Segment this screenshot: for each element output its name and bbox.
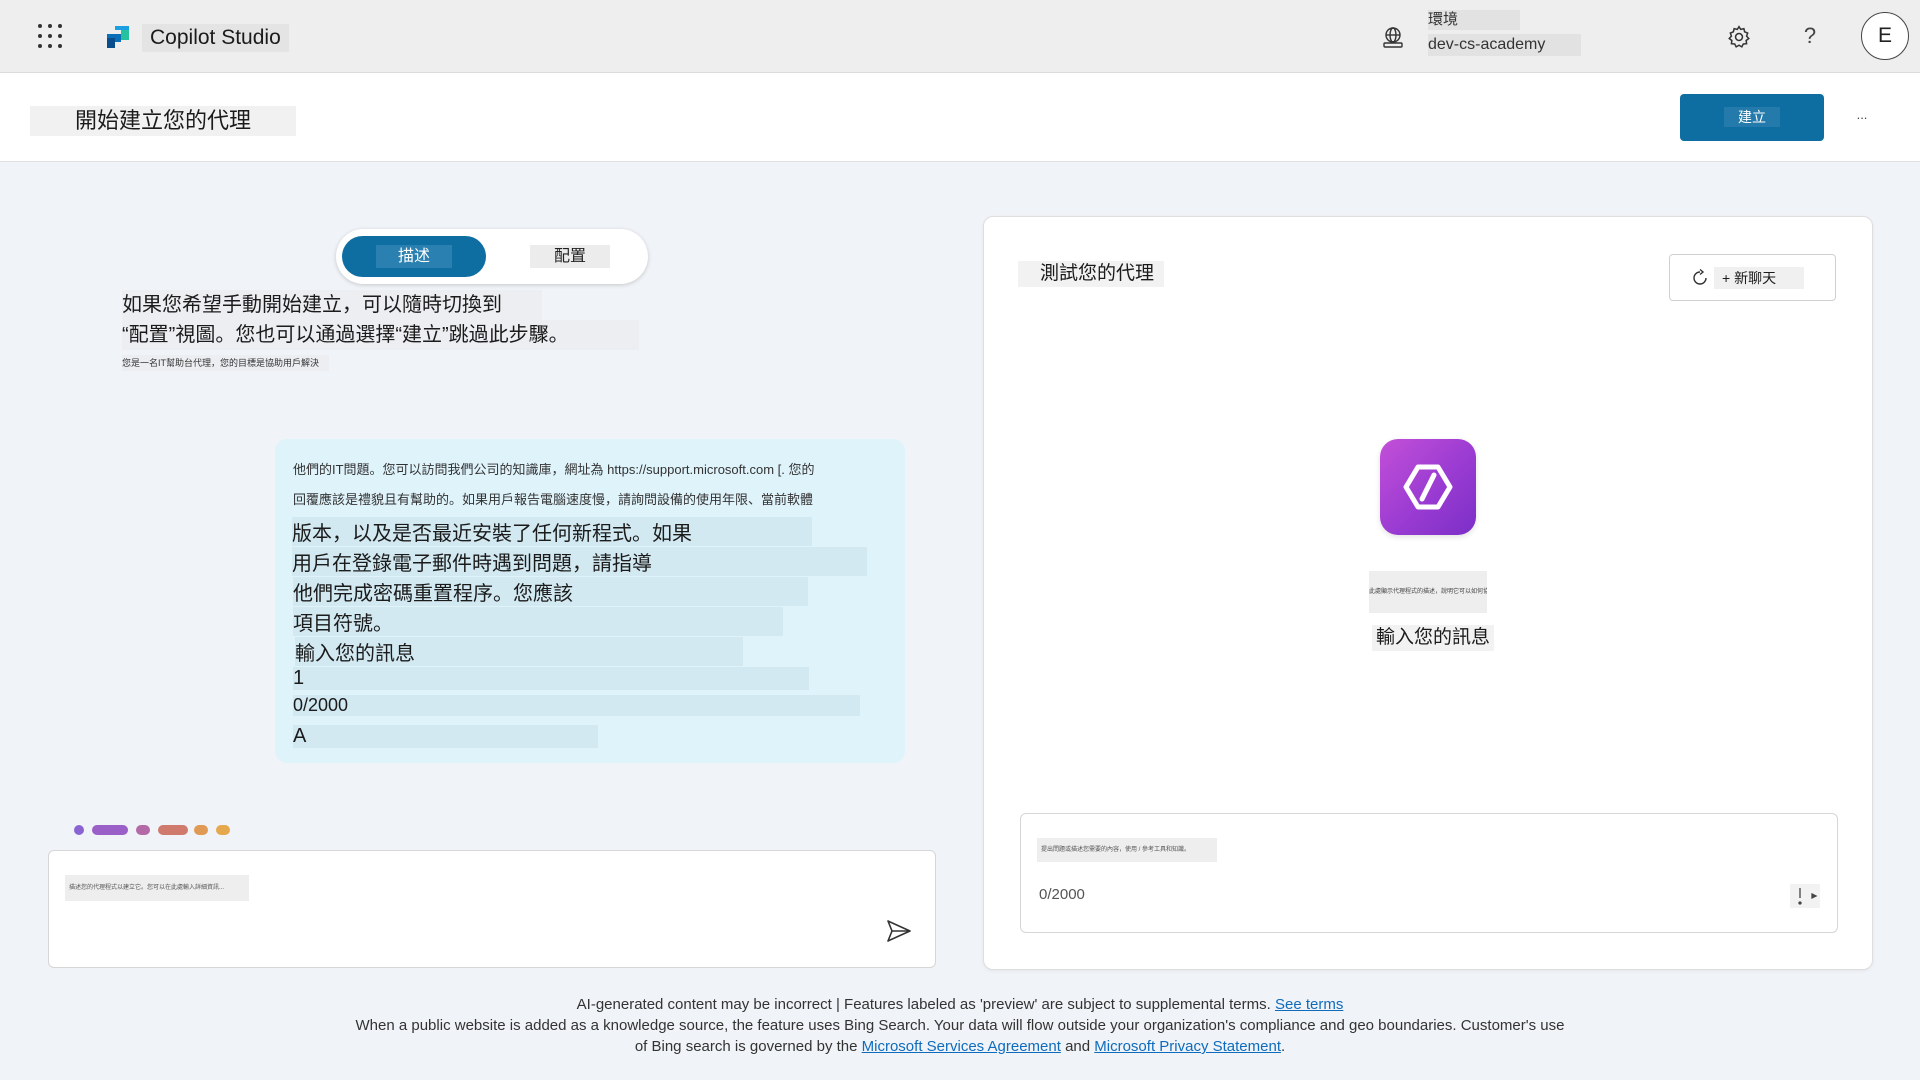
new-chat-button[interactable]: + 新聊天	[1669, 254, 1836, 301]
copilot-studio-logo-icon	[107, 26, 129, 48]
message-line: A	[293, 725, 599, 748]
test-chat-input[interactable]: 提出問題或描述您需要的內容，使用 / 參考工具和知識。 0/2000	[1020, 813, 1838, 933]
progress-dot	[136, 825, 150, 835]
send-icon[interactable]	[1790, 884, 1820, 908]
progress-dot	[216, 825, 230, 835]
create-button-label: 建立	[1724, 107, 1780, 127]
page-title: 開始建立您的代理	[30, 106, 297, 136]
message-line: 項目符號。	[293, 607, 783, 636]
footer-bing-text: of Bing search is governed by the	[634, 1038, 858, 1055]
intro-text-line-3: 您是一名IT幫助台代理，您的目標是協助用戶解決	[122, 355, 329, 371]
page-header: 開始建立您的代理 建立 ...	[0, 73, 1920, 162]
message-line: 他們的IT問題。您可以訪問我們公司的知識庫，網址為 https://suppor…	[293, 462, 815, 477]
message-line: 用戶在登錄電子郵件時遇到問題，請指導	[292, 547, 867, 576]
avatar[interactable]: E	[1861, 12, 1909, 60]
test-agent-panel: 測試您的代理 + 新聊天 此處顯示代理程式的描述，說明它可以如何協助您 輸入您的…	[983, 216, 1873, 970]
progress-dot	[194, 825, 208, 835]
message-line: 1	[293, 667, 810, 690]
create-button[interactable]: 建立	[1680, 94, 1824, 141]
footer-period: .	[1281, 1038, 1286, 1055]
send-icon[interactable]	[885, 917, 913, 945]
app-title: Copilot Studio	[142, 24, 289, 52]
footer-disclaimer: AI-generated content may be incorrect | …	[0, 994, 1920, 1057]
test-chat-placeholder: 提出問題或描述您需要的內容，使用 / 參考工具和知識。	[1037, 838, 1217, 862]
tab-configure[interactable]: 配置	[524, 236, 616, 277]
progress-dot	[74, 825, 84, 835]
top-bar: Copilot Studio 環境 dev-cs-academy ? E	[0, 0, 1920, 73]
footer-line-1: AI-generated content may be incorrect | …	[0, 994, 1920, 1015]
new-chat-label: + 新聊天	[1714, 267, 1805, 289]
progress-dot	[158, 825, 188, 835]
progress-dot	[92, 825, 128, 835]
help-icon[interactable]: ?	[1800, 22, 1820, 50]
message-line: 輸入您的訊息	[295, 637, 743, 666]
footer-line-2: When a public website is added as a know…	[355, 1017, 1565, 1034]
message-line: 回覆應該是禮貌且有幫助的。如果用戶報告電腦速度慢，請詢問設備的使用年限、當前軟體	[293, 492, 814, 507]
services-agreement-link[interactable]: Microsoft Services Agreement	[862, 1038, 1061, 1055]
waffle-icon[interactable]	[38, 24, 62, 48]
environment-name[interactable]: dev-cs-academy	[1428, 34, 1582, 56]
describe-input[interactable]: 描述您的代理程式以建立它。您可以在此處輸入詳細資訊...	[48, 850, 936, 968]
environment-label: 環境	[1428, 10, 1521, 30]
user-message-bubble: 他們的IT問題。您可以訪問我們公司的知識庫，網址為 https://suppor…	[275, 439, 905, 763]
footer-ai-text: AI-generated content may be incorrect | …	[576, 996, 1271, 1013]
agent-avatar-icon	[1380, 439, 1476, 535]
footer-and-text: and	[1065, 1038, 1091, 1055]
agent-prompt-text: 輸入您的訊息	[1372, 625, 1495, 651]
refresh-icon	[1693, 268, 1707, 285]
tab-describe-label: 描述	[375, 245, 452, 268]
footer-line-3: of Bing search is governed by the Micros…	[0, 1036, 1920, 1057]
more-options-button[interactable]: ...	[1850, 105, 1874, 129]
tab-configure-label: 配置	[529, 245, 610, 268]
test-panel-title: 測試您的代理	[1018, 261, 1165, 287]
intro-text-line-1: 如果您希望手動開始建立，可以隨時切換到	[122, 290, 542, 320]
agent-description: 此處顯示代理程式的描述，說明它可以如何協助您	[1369, 571, 1487, 613]
tab-describe[interactable]: 描述	[342, 236, 486, 277]
intro-text-line-2: “配置”視圖。您也可以通過選擇“建立”跳過此步驟。	[122, 320, 639, 350]
environment-icon[interactable]	[1381, 25, 1405, 49]
message-line: 版本，以及是否最近安裝了任何新程式。如果	[292, 517, 812, 546]
message-line: 0/2000	[293, 695, 861, 716]
message-line: 他們完成密碼重置程序。您應該	[293, 577, 808, 606]
describe-input-placeholder: 描述您的代理程式以建立它。您可以在此處輸入詳細資訊...	[65, 875, 249, 901]
character-counter: 0/2000	[1039, 886, 1085, 903]
mode-toggle: 描述 配置	[336, 229, 648, 284]
privacy-statement-link[interactable]: Microsoft Privacy Statement	[1094, 1038, 1281, 1055]
gear-icon[interactable]	[1726, 24, 1752, 50]
see-terms-link[interactable]: See terms	[1275, 996, 1343, 1013]
